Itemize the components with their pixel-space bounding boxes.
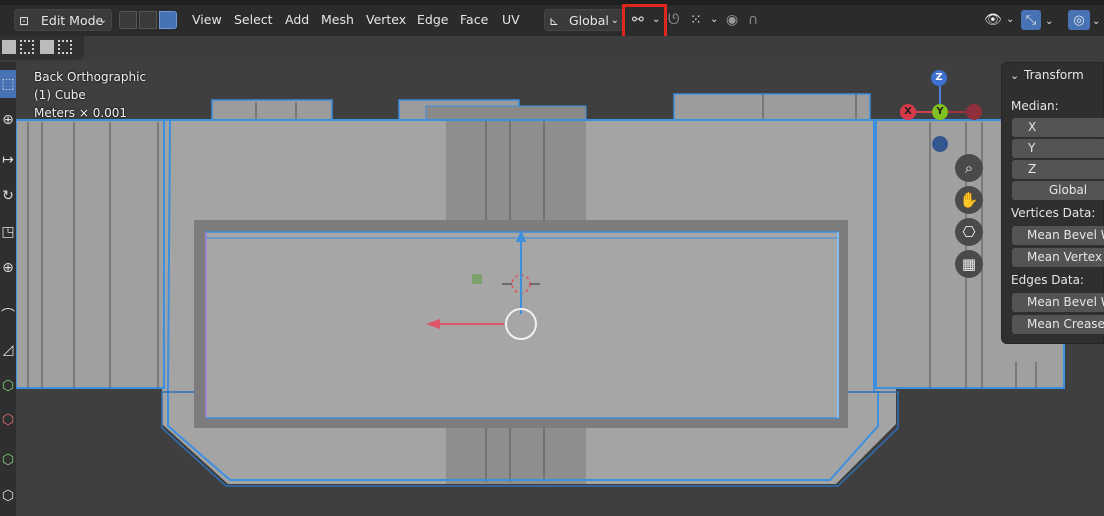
scale-tool-icon[interactable]: ◳	[0, 218, 16, 246]
menu-edge[interactable]: Edge	[417, 9, 448, 31]
mean-vertex-crease-field[interactable]: Mean Vertex C	[1012, 248, 1104, 267]
menu-view[interactable]: View	[192, 9, 222, 31]
mean-bevel-weight-edge-field[interactable]: Mean Bevel W	[1012, 293, 1104, 312]
panel-collapse-icon[interactable]: ⌄	[1010, 69, 1019, 82]
axis-x-negative[interactable]	[966, 104, 982, 120]
transform-orientation-dropdown[interactable]: ⊾ Global ⌄	[544, 9, 624, 31]
viewport-header: ⊡ Edit Mode ⌄ View Select Add Mesh Verte…	[0, 5, 1104, 37]
tool-shelf: ⬚ ⊕ ↦ ↻ ◳ ⊕ ⌒ ◿ ⬡ ⬡ ⬡ ⬡	[0, 62, 16, 516]
tool-settings-row	[0, 36, 1104, 62]
menu-vertex[interactable]: Vertex	[366, 9, 406, 31]
falloff-icon: ∩	[748, 12, 759, 28]
select-extend-icon	[20, 40, 34, 54]
navigation-gizmo[interactable]: Z X Y	[900, 68, 982, 158]
chevron-down-icon: ⌄	[710, 14, 719, 25]
inset-tool-icon[interactable]: ⬡	[0, 446, 16, 474]
median-label: Median:	[1011, 99, 1059, 113]
menu-uv[interactable]: UV	[502, 9, 520, 31]
median-x-field[interactable]: X	[1012, 118, 1104, 137]
snap-icon: ᘎ	[668, 12, 680, 28]
snap-target-icon: ⁙	[690, 12, 702, 28]
panel-title: Transform	[1024, 68, 1084, 82]
cursor-tool-icon[interactable]: ⊕	[0, 106, 16, 134]
orientation-label: Global	[569, 13, 609, 28]
mode-label: Edit Mode	[41, 13, 104, 28]
axis-y[interactable]: Y	[932, 104, 948, 120]
menu-mesh[interactable]: Mesh	[321, 9, 354, 31]
transform-panel: ⌄ Transform Median: X Y Z Global Vertice…	[1001, 62, 1104, 344]
axis-z[interactable]: Z	[931, 70, 947, 86]
3d-viewport[interactable]: Back Orthographic (1) Cube Meters × 0.00…	[16, 62, 1104, 516]
edge-select-icon[interactable]	[139, 11, 157, 29]
chevron-down-icon: ⌄	[1045, 16, 1054, 27]
space-toggle-global[interactable]: Global	[1012, 181, 1104, 200]
add-cube-tool-icon[interactable]: ⬡	[0, 372, 16, 400]
select-tool-icon[interactable]: ⬚	[0, 70, 16, 98]
select-mode-group	[119, 9, 179, 31]
object-name: (1) Cube	[34, 88, 86, 102]
measure-tool-icon[interactable]: ◿	[0, 336, 16, 364]
grid-icon[interactable]: ▦	[955, 250, 983, 278]
mean-crease-field[interactable]: Mean Crease	[1012, 315, 1104, 334]
editor-type-icon: ⊡	[19, 14, 30, 28]
chevron-down-icon: ⌄	[1092, 16, 1101, 27]
view-name: Back Orthographic	[34, 70, 147, 84]
gizmo-toggle[interactable]: ⤡	[1021, 10, 1041, 30]
bevel-tool-icon[interactable]: ⬡	[0, 482, 16, 510]
zoom-icon[interactable]: ⌕	[955, 154, 983, 182]
chevron-down-icon: ⌄	[1006, 14, 1015, 25]
vertex-select-icon[interactable]	[119, 11, 137, 29]
camera-icon[interactable]: ⎔	[955, 218, 983, 246]
gizmo-icon: ⤡	[1025, 13, 1037, 28]
menu-face[interactable]: Face	[460, 9, 488, 31]
select-box-icon	[2, 40, 16, 54]
selection-mode-tab[interactable]	[0, 36, 84, 60]
gizmo-dropdown[interactable]: ⌄	[1045, 9, 1059, 31]
chevron-down-icon: ⌄	[98, 15, 107, 26]
select-subtract-icon	[40, 40, 54, 54]
visibility-dropdown[interactable]: 👁 ⌄	[984, 9, 1016, 31]
transform-orientation-icon: ⊾	[549, 14, 560, 28]
overlay-icon: ◎	[1073, 13, 1085, 28]
vertices-data-label: Vertices Data:	[1011, 206, 1096, 220]
snap-target-dropdown[interactable]: ⁙ ⌄	[690, 9, 720, 31]
proportional-edit-toggle[interactable]: ◉	[726, 9, 746, 31]
chevron-down-icon: ⌄	[610, 15, 619, 26]
menu-add[interactable]: Add	[285, 9, 309, 31]
mode-selector[interactable]: ⊡ Edit Mode ⌄	[14, 9, 112, 31]
move-tool-icon[interactable]: ↦	[0, 146, 16, 174]
overlay-toggle[interactable]: ◎	[1068, 10, 1090, 30]
mean-bevel-weight-vertex-field[interactable]: Mean Bevel W	[1012, 226, 1104, 245]
median-y-field[interactable]: Y	[1012, 139, 1104, 158]
annotate-tool-icon[interactable]: ⌒	[0, 302, 16, 330]
median-z-field[interactable]: Z	[1012, 160, 1104, 179]
edges-data-label: Edges Data:	[1011, 273, 1084, 287]
rotate-tool-icon[interactable]: ↻	[0, 182, 16, 210]
axis-x[interactable]: X	[900, 104, 916, 120]
unit-scale: Meters × 0.001	[34, 106, 128, 120]
extrude-tool-icon[interactable]: ⬡	[0, 406, 16, 434]
falloff-dropdown[interactable]: ∩	[748, 9, 778, 31]
pan-hand-icon[interactable]: ✋	[955, 186, 983, 214]
axis-z-negative[interactable]	[932, 136, 948, 152]
select-intersect-icon	[58, 40, 72, 54]
proportional-edit-icon: ◉	[726, 12, 739, 28]
menu-select[interactable]: Select	[234, 9, 273, 31]
snap-toggle[interactable]: ᘎ	[668, 9, 686, 31]
transform-tool-icon[interactable]: ⊕	[0, 254, 16, 282]
overlay-dropdown[interactable]: ⌄	[1092, 9, 1104, 31]
face-select-icon[interactable]	[159, 11, 177, 29]
visibility-icon: 👁	[984, 12, 1002, 28]
